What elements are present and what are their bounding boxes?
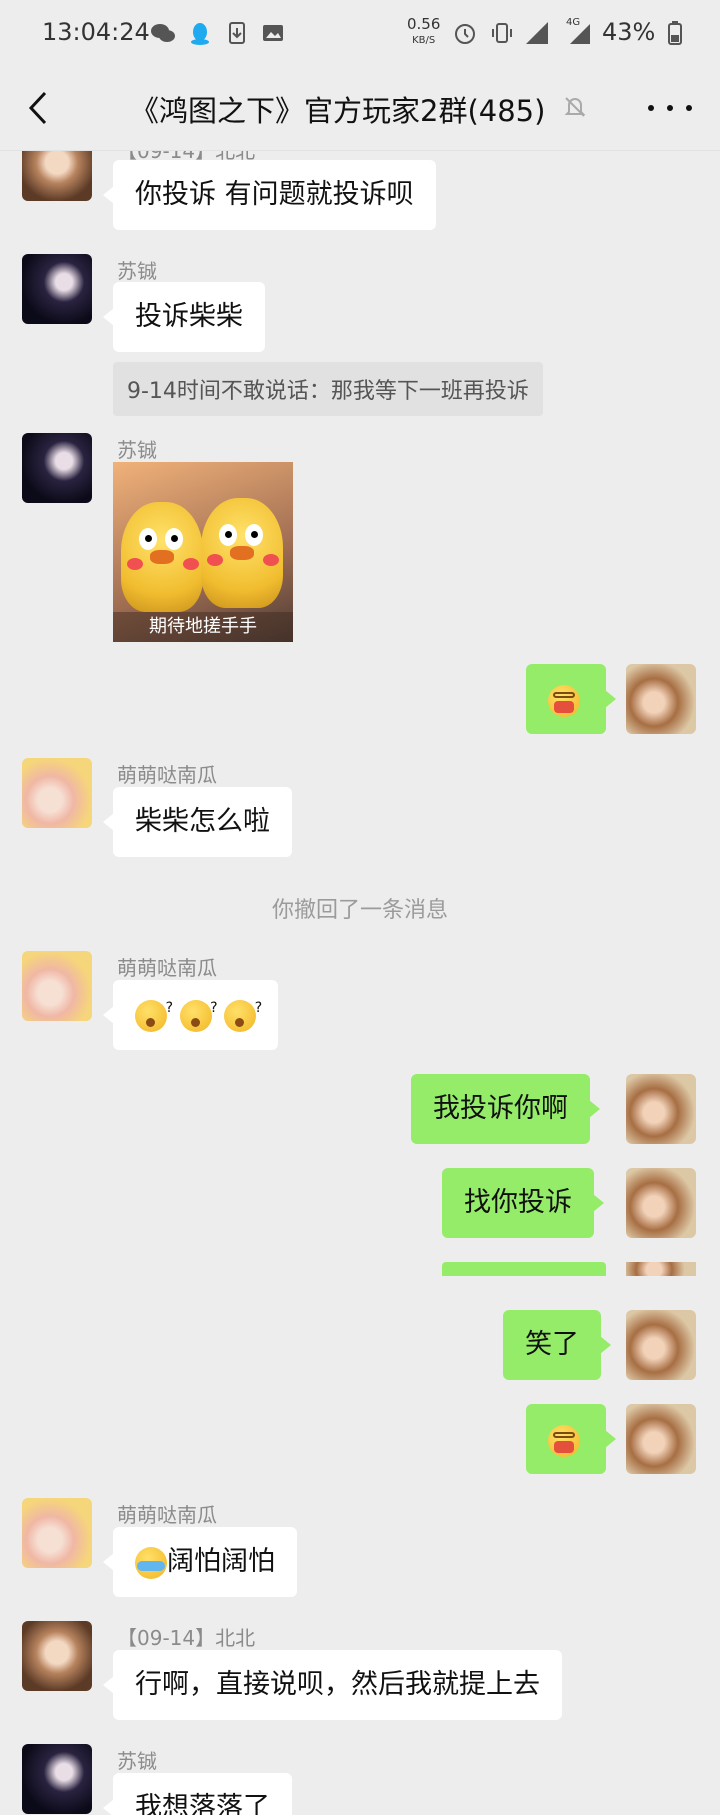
mask-face-emoji: [548, 684, 580, 717]
message-bubble[interactable]: 你投诉 有问题就投诉呗: [103, 160, 436, 230]
message-bubble[interactable]: 柴柴怎么啦: [103, 787, 292, 857]
avatar-sucheng[interactable]: [22, 254, 92, 324]
partially-rendered-bubble: [442, 1262, 606, 1276]
chicks-rubbing-hands-sticker[interactable]: 期待地搓手手: [113, 462, 293, 642]
sender-name: 苏铖: [117, 259, 157, 283]
message-bubble[interactable]: 行啊，直接说呗，然后我就提上去: [103, 1650, 562, 1720]
avatar-self[interactable]: [626, 1168, 696, 1238]
message-bubble-self[interactable]: [526, 1404, 616, 1474]
question-face-emoji: [135, 990, 173, 1032]
wechat-icon: [151, 24, 175, 42]
vibrate-icon: [492, 23, 512, 43]
avatar-pumpkin[interactable]: [22, 951, 92, 1021]
chat-header: 《鸿图之下》官方玩家2群(485): [0, 66, 720, 151]
sticker-caption: 期待地搓手手: [113, 612, 293, 642]
recall-notice: 你撤回了一条消息: [271, 898, 448, 923]
signal-icon: [526, 22, 548, 44]
avatar-pumpkin[interactable]: [22, 1498, 92, 1568]
bell-muted-icon: [564, 97, 586, 117]
net-speed: 0.56 KB/S: [407, 17, 440, 48]
download-icon: [229, 22, 245, 44]
crying-face-emoji: [135, 1546, 167, 1579]
message-text: 阔怕阔怕: [167, 1546, 275, 1577]
sender-name: 苏铖: [117, 1749, 157, 1773]
net-speed-unit: KB/S: [412, 35, 436, 46]
message-bubble[interactable]: 投诉柴柴: [103, 282, 265, 352]
message-list[interactable]: 【09-14】北北 你投诉 有问题就投诉呗 苏铖 投诉柴柴 9-14时间不敢说话…: [0, 151, 720, 1815]
battery-icon: [668, 21, 682, 45]
chick-figure: [121, 502, 203, 612]
message-bubble-self[interactable]: 找你投诉: [442, 1168, 604, 1238]
chat-title[interactable]: 《鸿图之下》官方玩家2群(485): [130, 88, 545, 130]
sender-name: 萌萌哒南瓜: [117, 956, 217, 980]
chick-figure: [201, 498, 283, 608]
image-icon: [263, 25, 283, 41]
clock: 13:04:24: [42, 18, 150, 46]
sender-name: 萌萌哒南瓜: [117, 763, 217, 787]
chevron-left-icon: [28, 91, 47, 125]
battery-level: 43%: [602, 18, 656, 46]
quoted-message[interactable]: 9-14时间不敢说话：那我等下一班再投诉: [113, 362, 543, 416]
avatar-self[interactable]: [626, 1074, 696, 1144]
avatar-self[interactable]: [626, 664, 696, 734]
sender-name: 【09-14】北北: [117, 1626, 256, 1650]
avatar-beibei[interactable]: [22, 1621, 92, 1691]
net-speed-value: 0.56: [407, 15, 441, 33]
message-bubble[interactable]: 我想落落了: [103, 1773, 292, 1815]
back-button[interactable]: [18, 86, 58, 130]
avatar-self[interactable]: [626, 1310, 696, 1380]
more-button[interactable]: [648, 92, 692, 124]
message-bubble-self[interactable]: 笑了: [503, 1310, 611, 1380]
avatar-self-fragment: [626, 1262, 696, 1276]
signal-4g-icon: [570, 24, 590, 44]
message-bubble[interactable]: 阔怕阔怕: [103, 1527, 297, 1597]
avatar-pumpkin[interactable]: [22, 758, 92, 828]
mask-face-emoji: [548, 1424, 580, 1457]
message-bubble-self[interactable]: 我投诉你啊: [411, 1074, 600, 1144]
question-face-emoji: [224, 990, 262, 1032]
message-bubble[interactable]: [102, 980, 279, 1050]
qq-icon: [191, 23, 209, 45]
avatar-beibei[interactable]: [22, 151, 92, 201]
sender-name: 萌萌哒南瓜: [117, 1503, 217, 1527]
status-bar: 13:04:24 0.56 KB/S 4G 43%: [0, 0, 720, 66]
alarm-icon: [455, 24, 475, 44]
more-dots-icon: [648, 105, 654, 111]
question-face-emoji: [179, 990, 218, 1032]
message-bubble-self[interactable]: [526, 664, 616, 734]
avatar-sucheng[interactable]: [22, 433, 92, 503]
avatar-sucheng[interactable]: [22, 1744, 92, 1814]
sender-name: 苏铖: [117, 438, 157, 462]
avatar-self[interactable]: [626, 1404, 696, 1474]
